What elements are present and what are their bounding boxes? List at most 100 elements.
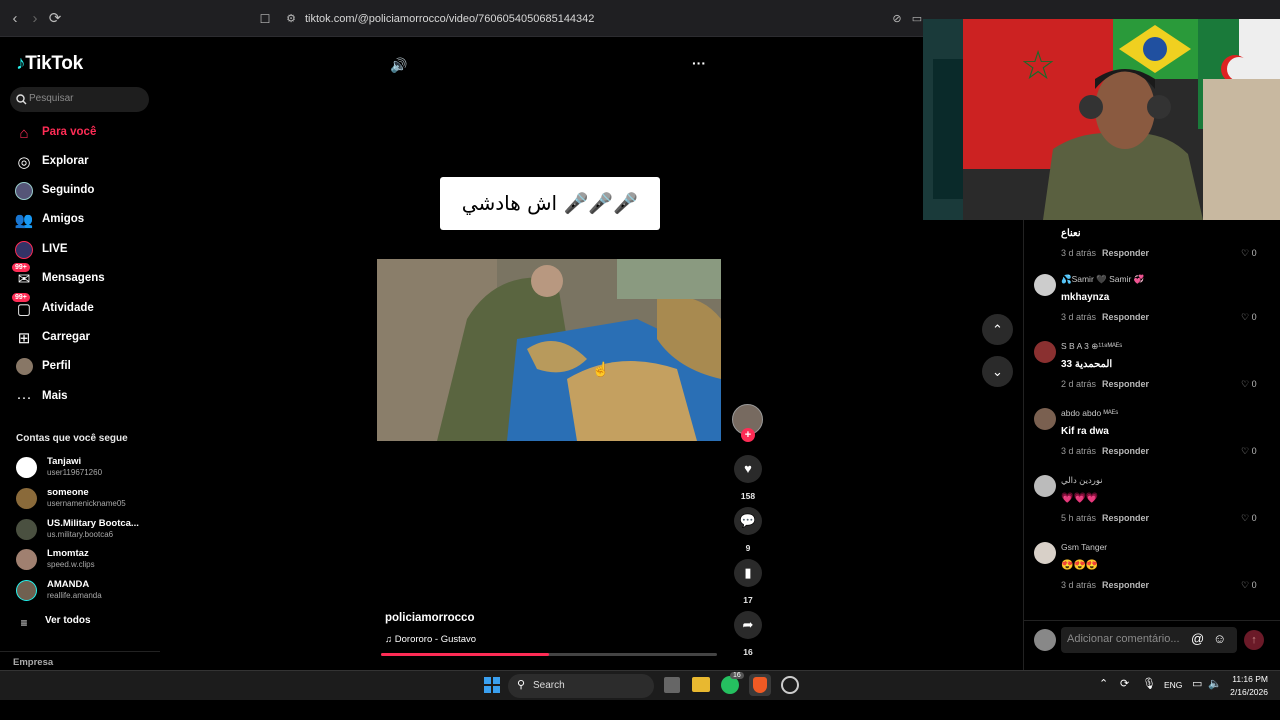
sidebar: ♪TikTok Pesquisar ⌂ Para você ◎ Explorar… [0, 37, 160, 670]
cursor-icon: ☝ [592, 361, 610, 377]
comment-input[interactable]: Adicionar comentário... @ ☺ [1061, 627, 1237, 653]
file-explorer-icon[interactable] [692, 677, 710, 692]
reply-button[interactable]: Responder [1102, 580, 1149, 590]
save-button[interactable]: ▮ 17 [734, 559, 762, 605]
comment-button[interactable]: 💬 9 [734, 507, 762, 553]
more-options-icon[interactable]: ··· [692, 55, 706, 71]
clock[interactable]: 11:16 PM 2/16/2026 [1228, 674, 1268, 697]
heart-icon: ♥ [734, 455, 762, 483]
avatar[interactable] [1034, 475, 1056, 497]
emoji-icon[interactable]: ☺ [1213, 631, 1226, 646]
search-icon: ⚲ [517, 679, 526, 691]
comment-like-button[interactable]: ♡ 0 [1241, 580, 1257, 591]
follow-plus-icon[interactable]: + [741, 428, 755, 442]
activity-icon: ▢ [16, 301, 32, 318]
avatar[interactable] [1034, 408, 1056, 430]
avatar [16, 488, 37, 509]
volume-icon[interactable]: 🔊 [390, 57, 407, 74]
volume-tray-icon[interactable]: 🔈 [1208, 677, 1222, 690]
followed-account[interactable]: US.Military Bootca... us.military.bootca… [16, 517, 156, 543]
video-progress-track[interactable] [381, 653, 717, 656]
tiktok-logo[interactable]: ♪TikTok [16, 53, 83, 75]
reload-icon[interactable]: ⟳ [46, 10, 64, 28]
windows-start-icon[interactable] [484, 677, 500, 693]
nav-item-mais[interactable]: ··· Mais [14, 387, 154, 409]
back-icon[interactable]: ‹ [6, 10, 24, 28]
more-icon: ··· [16, 389, 32, 406]
comment-like-button[interactable]: ♡ 0 [1241, 513, 1257, 524]
comment-icon: 💬 [734, 507, 762, 535]
followed-account[interactable]: Lmomtaz speed.w.clips [16, 547, 156, 573]
nav-item-amigos[interactable]: 👥 Amigos [14, 210, 154, 232]
followed-account[interactable]: AMANDA reallife.amanda [16, 578, 156, 604]
video-frame[interactable] [377, 259, 721, 441]
nav-item-seguindo[interactable]: Seguindo [14, 181, 154, 203]
send-comment-button[interactable]: ↑ [1244, 630, 1264, 650]
nav-item-live[interactable]: LIVE [14, 240, 154, 262]
chevron-up-icon[interactable]: ⌃ [982, 314, 1013, 345]
chevron-down-icon[interactable]: ⌄ [982, 356, 1013, 387]
mention-icon[interactable]: @ [1191, 631, 1204, 646]
reply-button[interactable]: Responder [1102, 446, 1149, 456]
obs-icon[interactable] [781, 676, 799, 694]
avatar[interactable] [1034, 542, 1056, 564]
messages-icon: ✉ [17, 271, 31, 288]
brave-browser-icon[interactable] [749, 674, 771, 696]
video-author[interactable]: policiamorrocco [385, 612, 474, 624]
address-bar[interactable]: tiktok.com/@policiamorrocco/video/760605… [305, 13, 594, 25]
music-info[interactable]: ♫ Dorororo - Gustavo [385, 634, 476, 645]
divider [1023, 620, 1280, 621]
avatar [16, 457, 37, 478]
nav-item-explorar[interactable]: ◎ Explorar [14, 152, 154, 174]
music-note-icon: ♫ [385, 634, 395, 645]
video-caption-overlay: اش هادشي 🎤🎤🎤 [440, 177, 660, 230]
whatsapp-badge: 16 [730, 672, 744, 679]
reply-button[interactable]: Responder [1102, 248, 1149, 258]
comment-like-button[interactable]: ♡ 0 [1241, 248, 1257, 259]
nav-item-perfil[interactable]: Perfil [14, 357, 154, 379]
my-avatar [1034, 629, 1056, 651]
nav-item-atividade[interactable]: ▢ 99+ Atividade [12, 293, 154, 321]
upload-icon: ⊞ [17, 330, 31, 347]
avatar[interactable] [1034, 341, 1056, 363]
nav-item-mensagens[interactable]: ✉ 99+ Mensagens [12, 263, 154, 291]
avatar [16, 580, 37, 601]
webcam-overlay: ☆ [923, 19, 1280, 220]
see-all-link[interactable]: ≡ Ver todos [14, 612, 154, 634]
followed-account[interactable]: someone usernamenickname05 [16, 486, 156, 512]
task-view-icon[interactable] [664, 677, 680, 693]
video-scene [377, 259, 721, 441]
chevron-up-icon[interactable]: ⌃ [1099, 677, 1108, 690]
comment-like-button[interactable]: ♡ 0 [1241, 446, 1257, 457]
search-icon [16, 94, 27, 105]
avatar [16, 549, 37, 570]
taskbar-search[interactable]: ⚲ Search [508, 674, 654, 698]
followed-account[interactable]: Tanjawi user119671260 [16, 455, 156, 481]
avatar [16, 519, 37, 540]
share-button[interactable]: ➦ 16 [734, 611, 762, 657]
profile-avatar-icon [14, 358, 34, 378]
language-indicator[interactable]: ENG [1164, 680, 1182, 690]
svg-text:☆: ☆ [1020, 43, 1056, 89]
list-icon: ≡ [20, 616, 28, 630]
comment-like-button[interactable]: ♡ 0 [1241, 379, 1257, 390]
bookmark-icon: ▮ [734, 559, 762, 587]
like-button[interactable]: ♥ 158 [734, 455, 762, 501]
reply-button[interactable]: Responder [1102, 312, 1149, 322]
forward-icon[interactable]: › [26, 10, 44, 28]
display-icon[interactable]: ▭ [1192, 677, 1202, 690]
search-input[interactable]: Pesquisar [10, 87, 149, 112]
reply-button[interactable]: Responder [1102, 513, 1149, 523]
microphone-icon[interactable]: 🎙 [1142, 677, 1156, 690]
avatar[interactable] [1034, 274, 1056, 296]
footer-link-empresa[interactable]: Empresa [13, 657, 53, 668]
comment-like-button[interactable]: ♡ 0 [1241, 312, 1257, 323]
nav-item-para-voce[interactable]: ⌂ Para você [14, 123, 154, 145]
reader-icon[interactable]: ⊘ [888, 10, 906, 28]
nav-item-carregar[interactable]: ⊞ Carregar [14, 328, 154, 350]
live-icon [14, 241, 34, 261]
bookmark-icon[interactable]: ☐ [256, 10, 274, 28]
refresh-tray-icon[interactable]: ⟳ [1120, 677, 1129, 690]
site-info-icon[interactable]: ⚙ [282, 10, 300, 28]
reply-button[interactable]: Responder [1102, 379, 1149, 389]
